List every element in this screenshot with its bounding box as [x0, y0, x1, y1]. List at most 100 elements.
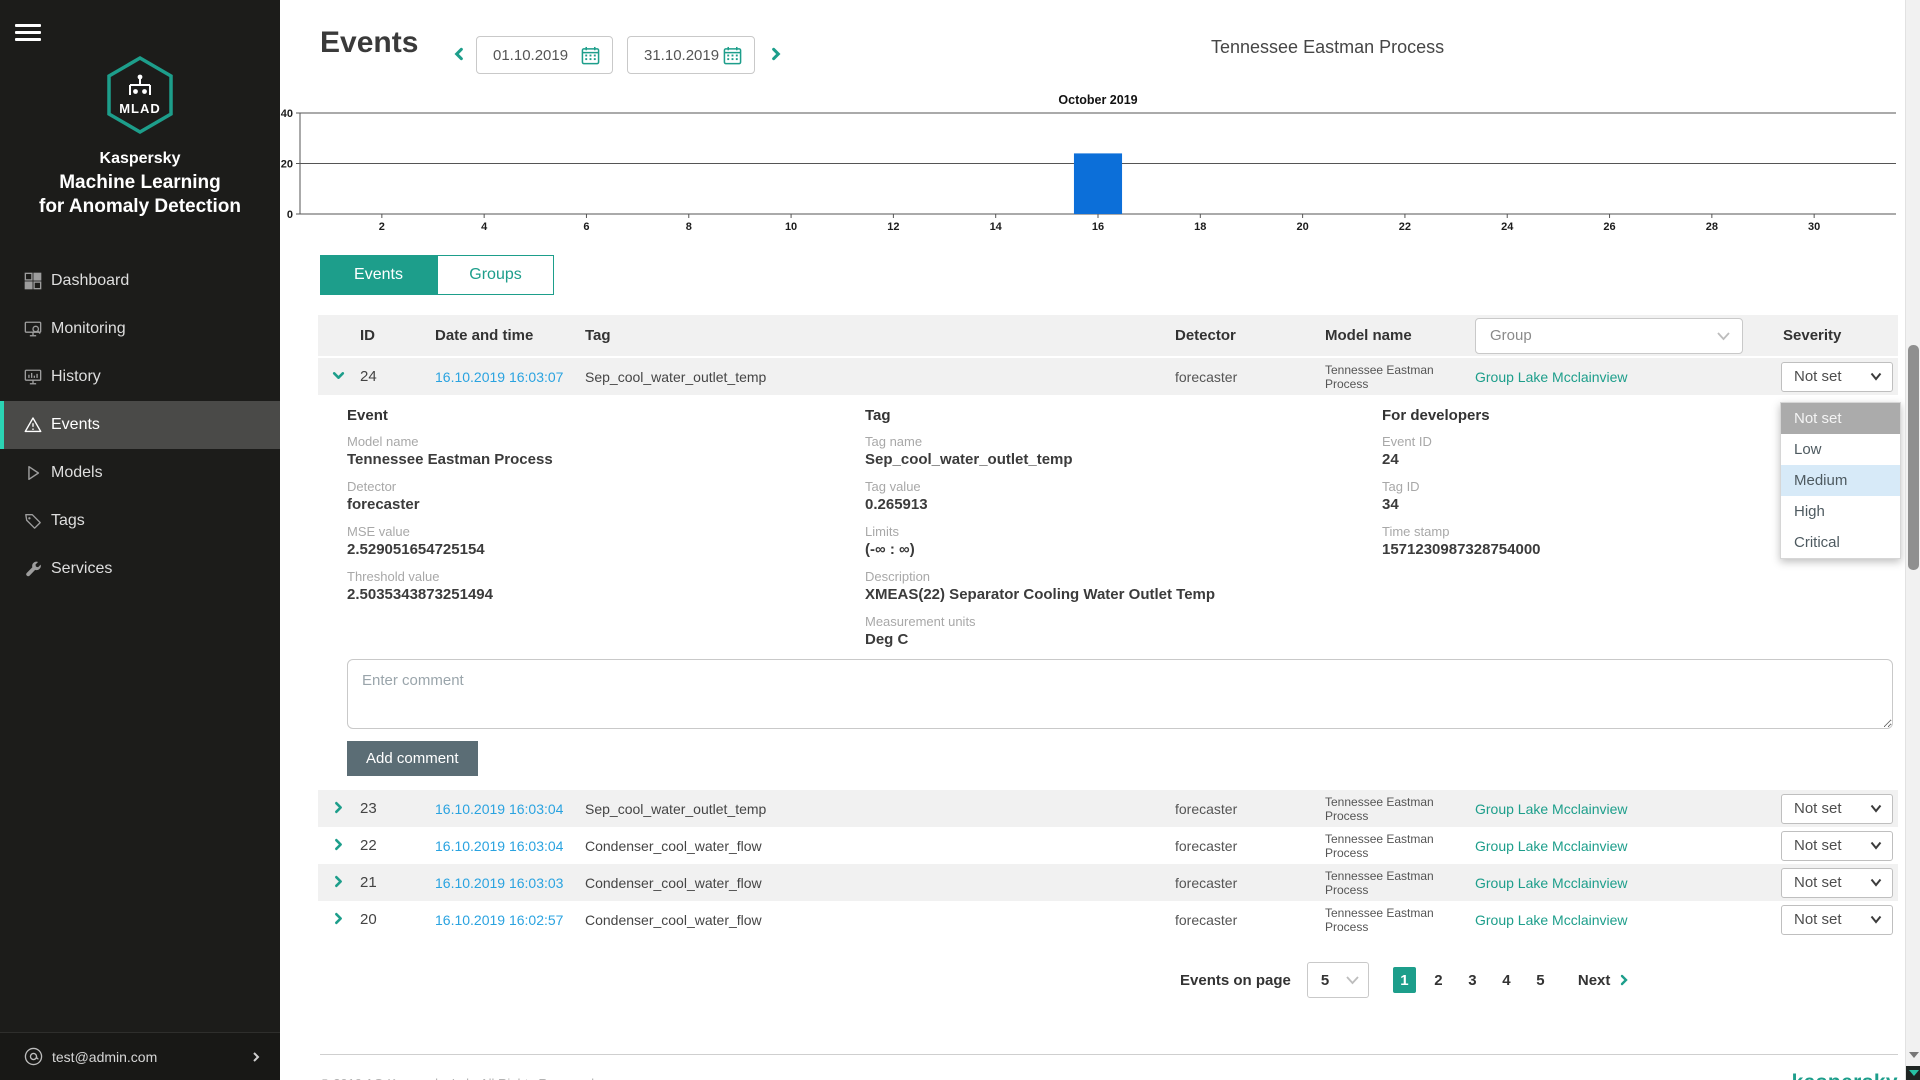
severity-option-high[interactable]: High [1781, 496, 1900, 527]
severity-select[interactable]: Not set [1781, 905, 1893, 935]
severity-option-critical[interactable]: Critical [1781, 527, 1900, 558]
svg-text:24: 24 [1501, 221, 1514, 232]
mlad-badge-label: MLAD [119, 101, 161, 116]
page-button-3[interactable]: 3 [1461, 967, 1484, 993]
user-account-button[interactable]: test@admin.com [0, 1032, 280, 1080]
date-to-input[interactable]: 31.10.2019 [627, 36, 755, 74]
svg-text:26: 26 [1603, 221, 1615, 232]
tags-icon [24, 512, 42, 530]
expand-chevron-icon[interactable] [332, 801, 345, 814]
history-icon [24, 368, 42, 386]
event-datetime-link[interactable]: 16.10.2019 16:03:04 [435, 838, 563, 854]
scroll-down-arrow-icon[interactable] [1909, 1052, 1919, 1058]
event-datetime-link[interactable]: 16.10.2019 16:03:07 [435, 369, 563, 385]
svg-text:20: 20 [1296, 221, 1308, 232]
severity-select[interactable]: Not set [1781, 868, 1893, 898]
event-id-cell: 22 [360, 837, 435, 854]
event-tag-cell: Sep_cool_water_outlet_temp [585, 801, 1175, 817]
chevron-right-icon[interactable] [1618, 974, 1630, 986]
sidebar-item-events[interactable]: Events [0, 401, 280, 449]
comment-input[interactable] [347, 659, 1893, 729]
detail-section-tag: Tag Tag name Sep_cool_water_outlet_temp … [865, 403, 1382, 649]
page-button-1[interactable]: 1 [1393, 967, 1416, 993]
severity-select[interactable]: Not set [1781, 362, 1893, 392]
table-row[interactable]: 20 16.10.2019 16:02:57 Condenser_cool_wa… [318, 901, 1898, 938]
previous-period-button[interactable] [452, 47, 466, 61]
detail-section-event: Event Model name Tennessee Eastman Proce… [347, 403, 865, 649]
severity-select[interactable]: Not set [1781, 831, 1893, 861]
model-context-title: Tennessee Eastman Process [1211, 37, 1444, 58]
chevron-down-icon [1870, 372, 1882, 381]
expand-chevron-icon[interactable] [332, 912, 345, 925]
table-row[interactable]: 24 16.10.2019 16:03:07 Sep_cool_water_ou… [318, 358, 1898, 395]
monitoring-icon [24, 320, 42, 338]
severity-select[interactable]: Not set [1781, 794, 1893, 824]
next-period-button[interactable] [769, 47, 783, 61]
scrollbar[interactable] [1905, 0, 1920, 1080]
view-tabs: Events Groups [320, 255, 1920, 295]
sidebar-item-history[interactable]: History [0, 353, 280, 401]
column-header-tag: Tag [585, 327, 1175, 344]
app-logo: MLAD Kaspersky Machine Learning for Anom… [0, 55, 280, 219]
menu-icon[interactable] [15, 20, 41, 45]
event-datetime-link[interactable]: 16.10.2019 16:03:03 [435, 875, 563, 891]
sidebar-item-label: Events [51, 416, 100, 434]
dashboard-icon [24, 272, 42, 290]
expand-chevron-icon[interactable] [332, 875, 345, 888]
sidebar-item-monitoring[interactable]: Monitoring [0, 305, 280, 353]
event-group-link[interactable]: Group Lake Mcclainview [1475, 838, 1628, 854]
sidebar-item-models[interactable]: Models [0, 449, 280, 497]
chevron-down-icon [1870, 915, 1882, 924]
svg-text:4: 4 [481, 221, 488, 232]
svg-text:20: 20 [281, 159, 293, 171]
add-comment-button[interactable]: Add comment [347, 741, 478, 776]
next-page-button[interactable]: Next [1578, 972, 1611, 989]
page-button-4[interactable]: 4 [1495, 967, 1518, 993]
column-header-id: ID [360, 327, 435, 344]
event-group-link[interactable]: Group Lake Mcclainview [1475, 801, 1628, 817]
event-detector-cell: forecaster [1175, 875, 1325, 891]
events-histogram-chart[interactable]: 0204024681012141618202224262830October 2… [280, 92, 1920, 235]
user-at-icon [24, 1047, 43, 1066]
page-button-5[interactable]: 5 [1529, 967, 1552, 993]
sidebar-item-label: History [51, 368, 101, 386]
event-id-cell: 24 [360, 368, 435, 385]
expand-chevron-icon[interactable] [332, 369, 345, 382]
date-from-input[interactable]: 01.10.2019 [476, 36, 613, 74]
sidebar-item-label: Monitoring [51, 320, 126, 338]
event-datetime-link[interactable]: 16.10.2019 16:03:04 [435, 801, 563, 817]
kaspersky-logo: kaspersky [1792, 1071, 1898, 1080]
expand-chevron-icon[interactable] [332, 838, 345, 851]
product-name: Machine Learning for Anomaly Detection [0, 171, 280, 219]
event-group-link[interactable]: Group Lake Mcclainview [1475, 912, 1628, 928]
event-datetime-link[interactable]: 16.10.2019 16:02:57 [435, 912, 563, 928]
svg-text:2: 2 [379, 221, 385, 232]
severity-dropdown-menu: Not setLowMediumHighCritical [1780, 402, 1901, 559]
severity-option-medium[interactable]: Medium [1781, 465, 1900, 496]
scroll-corner-widget[interactable] [1906, 1066, 1920, 1080]
chevron-right-icon [250, 1051, 262, 1063]
page-size-select[interactable]: 5 [1307, 962, 1369, 998]
tab-events[interactable]: Events [320, 255, 437, 295]
event-group-link[interactable]: Group Lake Mcclainview [1475, 369, 1628, 385]
sidebar-item-label: Services [51, 560, 112, 578]
table-row[interactable]: 21 16.10.2019 16:03:03 Condenser_cool_wa… [318, 864, 1898, 901]
sidebar-item-services[interactable]: Services [0, 545, 280, 593]
scrollbar-thumb[interactable] [1908, 345, 1919, 570]
severity-option-low[interactable]: Low [1781, 434, 1900, 465]
sidebar-item-tags[interactable]: Tags [0, 497, 280, 545]
severity-option-not-set[interactable]: Not set [1781, 403, 1900, 434]
group-filter-select[interactable]: Group [1475, 318, 1743, 354]
event-group-link[interactable]: Group Lake Mcclainview [1475, 875, 1628, 891]
event-detector-cell: forecaster [1175, 838, 1325, 854]
svg-text:22: 22 [1399, 221, 1411, 232]
page-button-2[interactable]: 2 [1427, 967, 1450, 993]
page-footer: © 2019 AO Kaspersky Lab. All Rights Rese… [320, 1054, 1898, 1080]
event-tag-cell: Condenser_cool_water_flow [585, 838, 1175, 854]
event-id-cell: 21 [360, 874, 435, 891]
table-row[interactable]: 22 16.10.2019 16:03:04 Condenser_cool_wa… [318, 827, 1898, 864]
date-to-value: 31.10.2019 [644, 47, 719, 64]
sidebar-item-dashboard[interactable]: Dashboard [0, 257, 280, 305]
tab-groups[interactable]: Groups [437, 255, 554, 295]
table-row[interactable]: 23 16.10.2019 16:03:04 Sep_cool_water_ou… [318, 790, 1898, 827]
